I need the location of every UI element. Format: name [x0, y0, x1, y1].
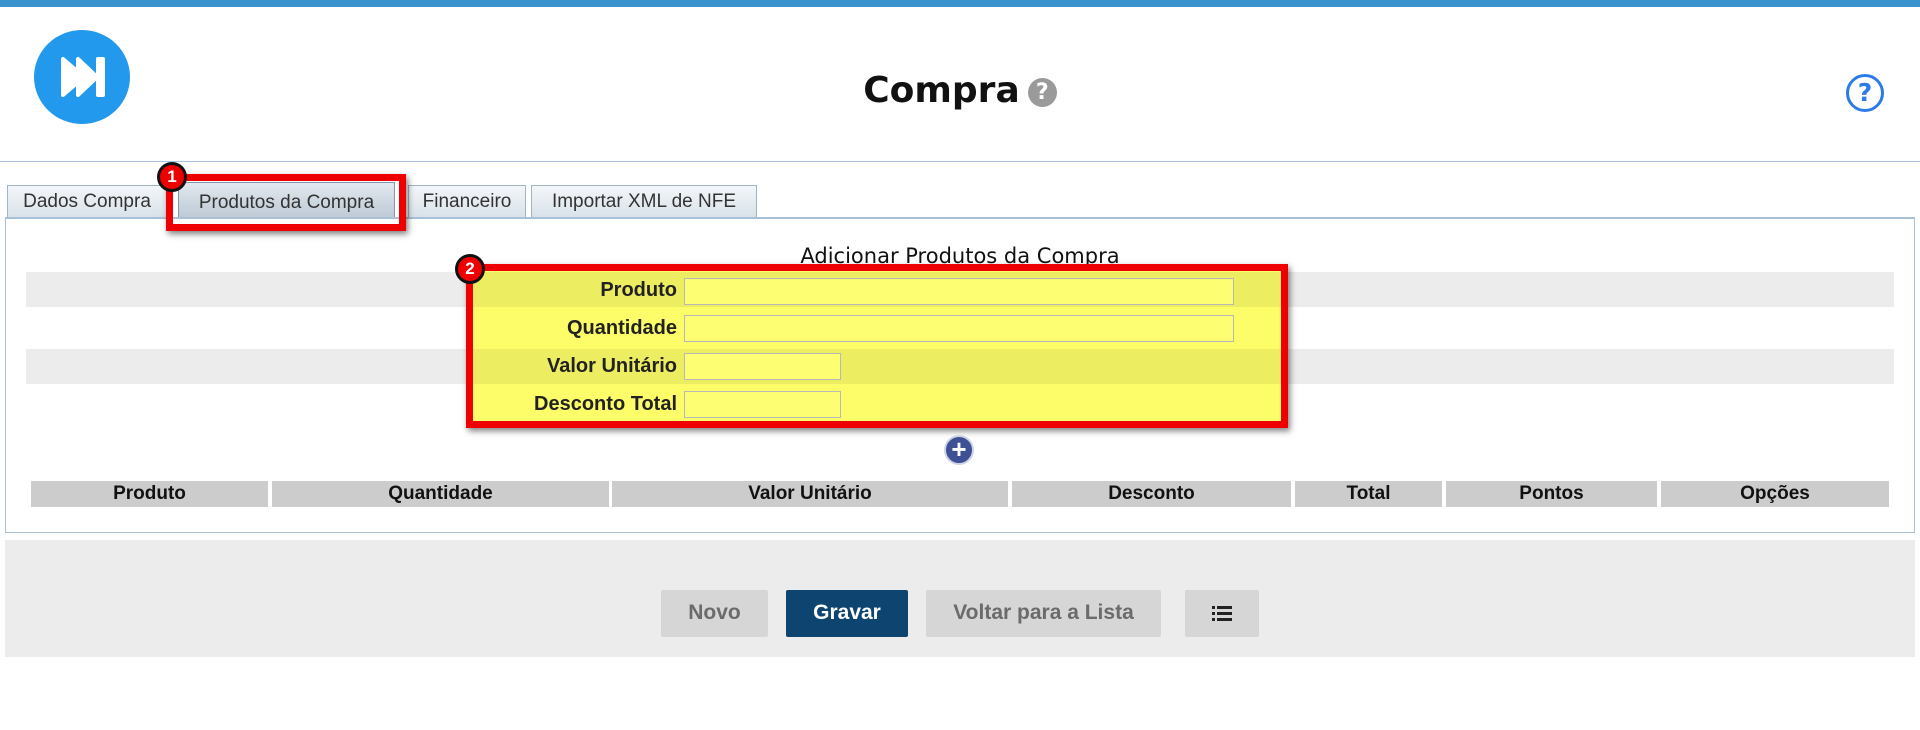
- col-header-valor-unitario[interactable]: Valor Unitário: [612, 481, 1008, 507]
- tab-highlight-box: [166, 174, 406, 231]
- page-header: Compra?: [0, 70, 1920, 111]
- help-circle-icon[interactable]: ?: [1846, 74, 1884, 112]
- page-title: Compra: [863, 70, 1020, 111]
- top-accent-stripe: [0, 0, 1920, 7]
- tab-importar-xml-nfe[interactable]: Importar XML de NFE: [531, 185, 757, 217]
- voltar-para-lista-button[interactable]: Voltar para a Lista: [926, 590, 1161, 637]
- tab-label: Importar XML de NFE: [551, 191, 737, 212]
- tab-label: Dados Compra: [23, 191, 151, 212]
- col-header-quantidade[interactable]: Quantidade: [272, 481, 609, 507]
- question-circle-icon[interactable]: ?: [1027, 78, 1057, 107]
- list-view-button[interactable]: [1185, 590, 1259, 637]
- col-header-produto[interactable]: Produto: [31, 481, 268, 507]
- tab-label: Financeiro: [422, 191, 512, 212]
- gravar-button[interactable]: Gravar: [786, 590, 908, 637]
- list-icon: [1212, 606, 1232, 621]
- col-header-total[interactable]: Total: [1295, 481, 1442, 507]
- header-divider: [0, 161, 1920, 162]
- novo-button[interactable]: Novo: [661, 590, 768, 637]
- tab-financeiro[interactable]: Financeiro: [408, 185, 526, 217]
- col-header-opcoes[interactable]: Opções: [1661, 481, 1889, 507]
- col-header-pontos[interactable]: Pontos: [1446, 481, 1657, 507]
- plus-circle-icon[interactable]: +: [944, 435, 974, 465]
- tab-dados-compra[interactable]: Dados Compra: [7, 185, 167, 217]
- callout-badge-1: 1: [157, 162, 187, 192]
- callout-badge-2: 2: [455, 254, 485, 284]
- col-header-desconto[interactable]: Desconto: [1012, 481, 1291, 507]
- form-highlight-box: [466, 264, 1288, 428]
